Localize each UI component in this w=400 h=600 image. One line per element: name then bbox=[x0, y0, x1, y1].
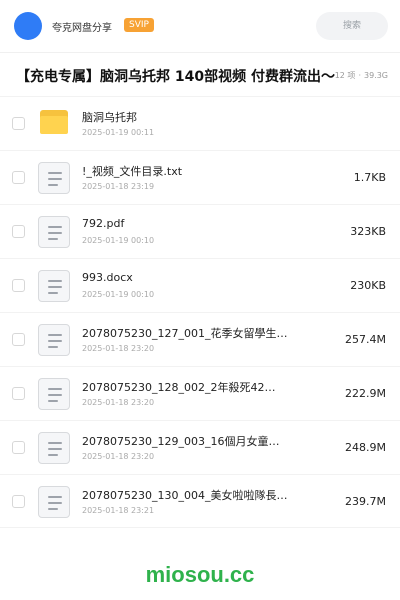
footer: miosou.cc bbox=[0, 548, 400, 600]
select-checkbox[interactable] bbox=[12, 495, 25, 508]
svip-badge: SVIP bbox=[124, 18, 154, 32]
document-icon bbox=[38, 324, 70, 356]
item-name: 脑洞乌托邦 bbox=[82, 111, 137, 124]
meta-separator: · bbox=[358, 71, 361, 80]
item-date: 2025-01-18 23:20 bbox=[82, 344, 155, 353]
select-checkbox[interactable] bbox=[12, 117, 25, 130]
item-size: 239.7M bbox=[345, 495, 386, 508]
item-date: 2025-01-19 00:10 bbox=[82, 236, 155, 245]
item-name: 792.pdf bbox=[82, 217, 125, 230]
list-item[interactable]: 2078075230_130_004_美女啦啦隊長… 2025-01-18 23:… bbox=[0, 474, 400, 528]
list-item[interactable]: 993.docx 2025-01-19 00:10 230KB bbox=[0, 258, 400, 312]
list-item[interactable]: 2078075230_128_002_2年殺死42… 2025-01-18 23:… bbox=[0, 366, 400, 420]
item-size: 257.4M bbox=[345, 333, 386, 346]
select-checkbox[interactable] bbox=[12, 171, 25, 184]
file-list: 脑洞乌托邦 2025-01-19 00:11 !_视频_文件目录.txt 2025-0… bbox=[0, 96, 400, 528]
item-size: 248.9M bbox=[345, 441, 386, 454]
top-bar: 夸克网盘分享 SVIP 搜索 bbox=[0, 0, 400, 52]
folder-header: 【充电专属】脑洞乌托邦 140部视频 付费群流出～ 12 项 · 39.3G bbox=[0, 53, 400, 97]
item-size: 222.9M bbox=[345, 387, 386, 400]
list-item[interactable]: 2078075230_129_003_16個月女童… 2025-01-18 23:… bbox=[0, 420, 400, 474]
item-date: 2025-01-19 00:10 bbox=[82, 290, 155, 299]
select-checkbox[interactable] bbox=[12, 225, 25, 238]
select-checkbox[interactable] bbox=[12, 387, 25, 400]
document-icon bbox=[38, 378, 70, 410]
list-item[interactable]: 792.pdf 2025-01-19 00:10 323KB bbox=[0, 204, 400, 258]
item-name: 2078075230_128_002_2年殺死42… bbox=[82, 381, 276, 394]
item-size: 230KB bbox=[350, 279, 386, 292]
list-item[interactable]: !_视频_文件目录.txt 2025-01-18 23:19 1.7KB bbox=[0, 150, 400, 204]
item-name: !_视频_文件目录.txt bbox=[82, 165, 183, 178]
item-size: 323KB bbox=[350, 225, 386, 238]
watermark: miosou.cc bbox=[145, 562, 255, 587]
item-name: 2078075230_130_004_美女啦啦隊長… bbox=[82, 489, 288, 502]
document-icon bbox=[38, 162, 70, 194]
folder-title: 【充电专属】脑洞乌托邦 140部视频 付费群流出～ bbox=[16, 69, 335, 85]
item-date: 2025-01-18 23:21 bbox=[82, 506, 155, 515]
document-icon bbox=[38, 216, 70, 248]
avatar[interactable] bbox=[14, 12, 42, 40]
list-item[interactable]: 脑洞乌托邦 2025-01-19 00:11 bbox=[0, 96, 400, 150]
folder-icon bbox=[38, 108, 70, 140]
document-icon bbox=[38, 432, 70, 464]
list-item[interactable]: 2078075230_127_001_花季女留學生… 2025-01-18 23:… bbox=[0, 312, 400, 366]
item-name: 2078075230_127_001_花季女留學生… bbox=[82, 327, 288, 340]
search-input[interactable]: 搜索 bbox=[316, 12, 388, 40]
item-date: 2025-01-18 23:20 bbox=[82, 452, 155, 461]
item-name: 993.docx bbox=[82, 271, 133, 284]
brand-name: 夸克网盘分享 bbox=[52, 23, 112, 34]
document-icon bbox=[38, 270, 70, 302]
item-size: 1.7KB bbox=[353, 171, 386, 184]
total-size: 39.3G bbox=[363, 71, 388, 80]
item-date: 2025-01-19 00:11 bbox=[82, 128, 155, 137]
select-checkbox[interactable] bbox=[12, 279, 25, 292]
select-checkbox[interactable] bbox=[12, 333, 25, 346]
item-count: 12 项 bbox=[334, 71, 356, 80]
item-name: 2078075230_129_003_16個月女童… bbox=[82, 435, 280, 448]
item-date: 2025-01-18 23:19 bbox=[82, 182, 155, 191]
document-icon bbox=[38, 486, 70, 518]
item-date: 2025-01-18 23:20 bbox=[82, 398, 155, 407]
select-checkbox[interactable] bbox=[12, 441, 25, 454]
folder-meta: 12 项 · 39.3G bbox=[335, 70, 388, 81]
